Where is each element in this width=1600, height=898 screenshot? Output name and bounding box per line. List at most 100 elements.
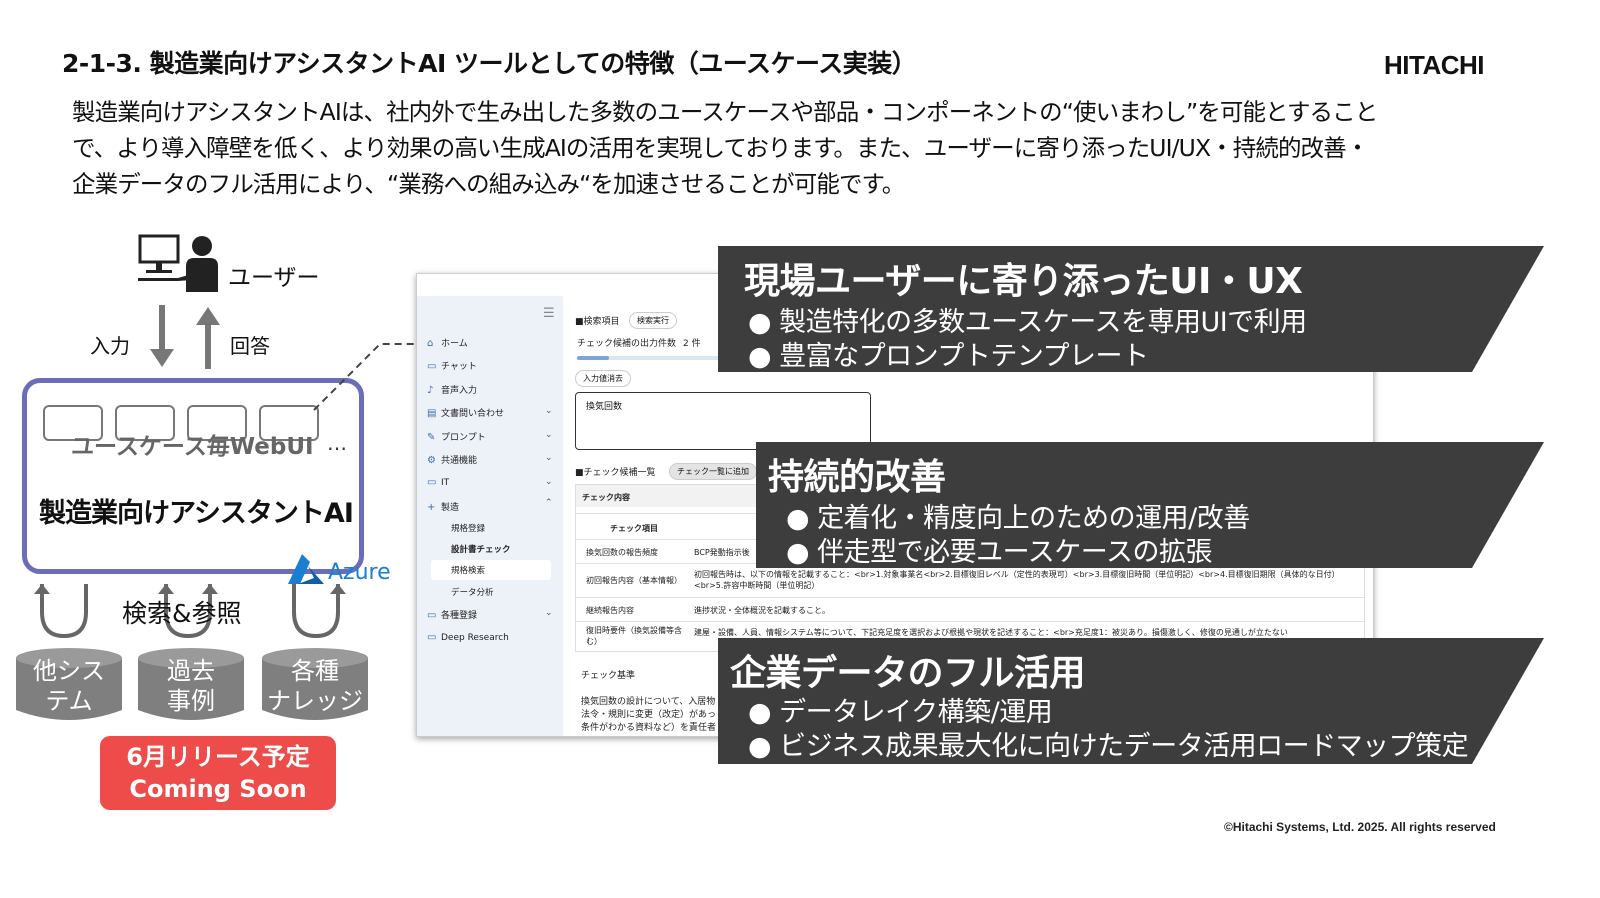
row-divider (576, 621, 1364, 622)
count-label: チェック候補の出力件数 (577, 339, 677, 349)
chevron-down-icon[interactable]: ⌄ (545, 608, 553, 618)
nav-item-it[interactable]: ▭ IT (427, 477, 449, 488)
nav-item-home[interactable]: ⌂ ホーム (427, 336, 468, 349)
intro-line: 製造業向けアシスタントAIは、社内外で生み出した多数のユースケースや部品・コンポ… (72, 98, 1378, 126)
sub-nav-standard-search[interactable]: 規格検索 (451, 564, 485, 576)
connector-line (313, 343, 418, 411)
plus-circle-icon: + (427, 502, 436, 513)
slide-title: 2-1-3. 製造業向けアシスタントAI ツールとしての特徴（ユースケース実装） (62, 49, 917, 78)
clear-input-button[interactable]: 入力値消去 (575, 370, 631, 387)
sub-nav-active-bg (431, 560, 551, 580)
nav-label: 共通機能 (441, 456, 478, 466)
home-icon: ⌂ (427, 338, 434, 349)
nav-label: 音声入力 (441, 386, 478, 396)
hamburger-menu-icon[interactable]: ☰ (543, 306, 555, 321)
nav-label: Deep Research (441, 633, 509, 643)
callout-enterprise-data: 企業データのフル活用 ● データレイク構築/運用 ● ビジネス成果最大化に向けた… (718, 638, 1548, 766)
chevron-up-icon[interactable]: ⌃ (545, 498, 553, 508)
intro-paragraph: 製造業向けアシスタントAIは、社内外で生み出した多数のユースケースや部品・コンポ… (72, 94, 1532, 202)
coming-soon: Coming Soon (129, 775, 307, 803)
add-to-check-list-button[interactable]: チェック一覧に追加 (669, 463, 757, 480)
nav-item-deep-research[interactable]: ▭ Deep Research (427, 632, 509, 643)
input-label: 入力 (90, 334, 130, 358)
answer-arrow-icon (196, 305, 220, 373)
row-divider (576, 597, 1364, 598)
table-header: チェック内容 (582, 493, 630, 502)
nav-label: 文書問い合わせ (441, 409, 505, 419)
callout-item-text: 伴走型で必要ユースケースの拡張 (817, 537, 1212, 568)
azure-label: Azure (328, 560, 391, 585)
chevron-down-icon[interactable]: ⌄ (545, 453, 553, 463)
search-reference-label: 検索&参照 (122, 599, 242, 628)
document-icon: ▤ (427, 408, 437, 419)
exchange-loop-icon (34, 584, 88, 639)
table-row-item: 復旧時要件（換気設備等含む） (586, 626, 682, 646)
callout-item: ● 伴走型で必要ユースケースの拡張 (786, 530, 1212, 569)
table-row-content: 建屋・設備、人員、情報システム等について、下記充足度を選択および根拠や現状を記述… (694, 628, 1288, 637)
nav-item-document[interactable]: ▤ 文書問い合わせ (427, 406, 504, 419)
table-row-item: 継続報告内容 (586, 606, 634, 615)
assistant-ai-name: 製造業向けアシスタントAI (39, 498, 354, 529)
input-arrow-icon (150, 305, 174, 373)
sub-nav-design-check[interactable]: 設計書チェック (451, 543, 511, 555)
chevron-down-icon[interactable]: ⌄ (545, 477, 553, 487)
nav-item-voice[interactable]: ♪ 音声入力 (427, 383, 477, 396)
search-run-button[interactable]: 検索実行 (629, 312, 677, 329)
app-sidebar: ☰ ⌂ ホーム ▭ チャット ♪ 音声入力 ▤ 文書問い合わせ ⌄ ✎ プロンプト ⌄ ⚙… (417, 296, 563, 736)
criteria-text: 換気回数の設計について、入居物 (581, 697, 716, 707)
folder-icon: ▭ (427, 632, 437, 643)
db-label: テム (45, 687, 93, 715)
database-past-cases: 過去 事例 (138, 648, 244, 722)
nav-item-registration[interactable]: ▭ 各種登録 (427, 608, 477, 621)
table-row-item: 初回報告内容（基本情報） (586, 576, 682, 585)
nav-label: ホーム (441, 339, 468, 349)
nav-label: IT (441, 478, 450, 488)
search-section-title: ■検索項目 (575, 317, 620, 327)
exchange-loop-icon (292, 584, 346, 639)
callout-title: 現場ユーザーに寄り添ったUI・UX (744, 261, 1303, 302)
table-row-item: 換気回数の報告頻度 (586, 548, 658, 557)
monitor-icon: ▭ (427, 477, 437, 488)
db-label: 事例 (167, 687, 215, 715)
db-label: 各種 (291, 657, 339, 685)
more-ellipsis: … (327, 431, 347, 455)
database-other-systems: 他シス テム (16, 648, 122, 722)
callout-title: 持続的改善 (768, 457, 946, 498)
nav-label: プロンプト (441, 433, 486, 443)
chevron-down-icon[interactable]: ⌄ (545, 406, 553, 416)
release-badge: 6月リリース予定 Coming Soon (100, 736, 336, 810)
intro-line: で、より導入障壁を低く、より効果の高い生成AIの活用を実現しております。また、ユ… (72, 134, 1369, 162)
callout-item: ● 豊富なプロンプトテンプレート (748, 334, 1149, 373)
sub-nav-data-analysis[interactable]: データ分析 (451, 586, 494, 598)
callout-item: ● ビジネス成果最大化に向けたデータ活用ロードマップ策定 (748, 724, 1469, 763)
callout-ui-ux: 現場ユーザーに寄り添ったUI・UX ● 製造特化の多数ユースケースを専用UIで利… (718, 246, 1548, 374)
nav-item-chat[interactable]: ▭ チャット (427, 359, 477, 372)
callout-title: 企業データのフル活用 (730, 653, 1086, 694)
copyright: ©Hitachi Systems, Ltd. 2025. All rights … (1224, 820, 1496, 834)
database-knowledge: 各種 ナレッジ (262, 648, 368, 722)
microphone-icon: ♪ (427, 385, 434, 396)
nav-label: 各種登録 (441, 611, 478, 621)
count-slider-fill (577, 356, 609, 360)
intro-line: 企業データのフル活用により、“業務への組み込み“を加速させることが可能です。 (72, 170, 905, 198)
nav-item-manufacturing[interactable]: + 製造 (427, 500, 459, 513)
chevron-down-icon[interactable]: ⌄ (545, 430, 553, 440)
table-row-content: 進捗状況・全体概況を記載すること。 (694, 606, 830, 615)
bullet-icon: ● (786, 537, 810, 568)
bullet-icon: ● (748, 341, 772, 372)
db-label: 過去 (167, 657, 215, 685)
hitachi-logo: HITACHI (1384, 50, 1485, 80)
pen-icon: ✎ (427, 432, 436, 443)
nav-label: チャット (441, 362, 477, 372)
sub-nav-standard-registration[interactable]: 規格登録 (451, 522, 485, 534)
table-row-content: BCP発動指示後 (694, 548, 750, 557)
tools-icon: ⚙ (427, 455, 436, 466)
callout-item-text: 豊富なプロンプトテンプレート (779, 341, 1149, 372)
callout-continuous-improvement: 持続的改善 ● 定着化・精度向上のための運用/改善 ● 伴走型で必要ユースケース… (756, 442, 1548, 570)
nav-item-common[interactable]: ⚙ 共通機能 (427, 453, 477, 466)
release-date: 6月リリース予定 (126, 743, 310, 771)
table-row-content: 初回報告時は、以下の情報を記載すること：<br>1.対象事業名<br>2.目標復… (694, 570, 1340, 590)
nav-item-prompt[interactable]: ✎ プロンプト (427, 430, 486, 443)
answer-label: 回答 (230, 334, 270, 358)
user-label: ユーザー (228, 265, 320, 291)
